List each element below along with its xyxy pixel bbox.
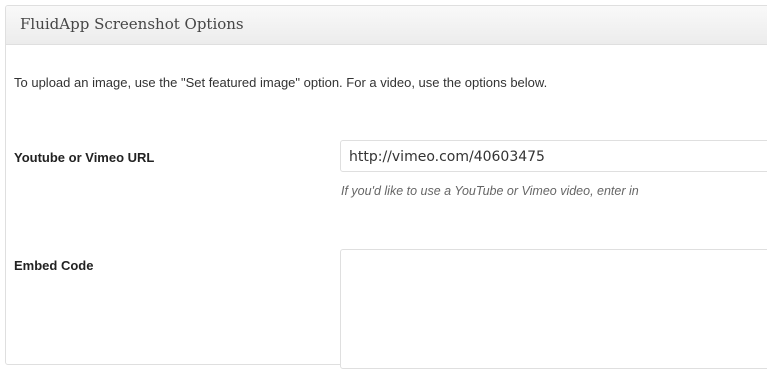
metabox-title: FluidApp Screenshot Options	[20, 15, 244, 33]
metabox-header[interactable]: FluidApp Screenshot Options	[6, 6, 767, 45]
video-url-input[interactable]	[340, 140, 767, 172]
intro-text: To upload an image, use the "Set feature…	[14, 75, 548, 90]
video-url-label: Youtube or Vimeo URL	[14, 150, 155, 165]
embed-code-textarea[interactable]	[340, 249, 767, 369]
embed-code-label: Embed Code	[14, 258, 94, 273]
video-url-hint: If you'd like to use a YouTube or Vimeo …	[341, 184, 639, 198]
